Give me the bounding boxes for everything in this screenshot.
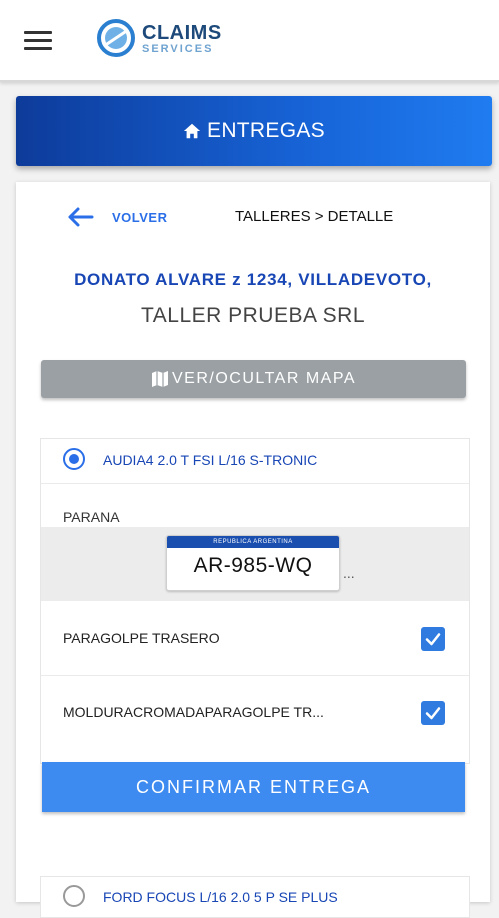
plate-number: AR-985-WQ [193, 554, 313, 577]
plate-more-indicator: ... [343, 565, 355, 581]
workshop-name: TALLER PRUEBA SRL [140, 304, 366, 327]
logo-subtext: SERVICES [142, 43, 214, 55]
back-button[interactable]: VOLVER [66, 204, 168, 230]
vehicle-card[interactable]: FORD FOCUS L/16 2.0 5 P SE PLUS [40, 876, 470, 918]
breadcrumb: TALLERES > DETALLE [235, 208, 394, 225]
vehicle-city: PARANA [63, 509, 120, 525]
vehicle-name: AUDIA4 2.0 T FSI L/16 S-TRONIC [103, 452, 318, 468]
claims-services-logo: CLAIMS SERVICES [96, 18, 236, 60]
workshop-address: DONATO ALVARE z 1234, VILLADEVOTO, [74, 270, 432, 289]
part-row: MOLDURACROMADAPARAGOLPE TR... [41, 676, 469, 749]
section-title: ENTREGAS [207, 119, 325, 142]
confirm-delivery-label: CONFIRMAR ENTREGA [135, 776, 371, 797]
radio-selected[interactable] [63, 448, 85, 470]
back-label: VOLVER [112, 209, 168, 225]
menu-icon[interactable] [24, 31, 52, 51]
checkmark-icon [425, 633, 441, 646]
license-plate: REPUBLICA ARGENTINA AR-985-WQ [166, 535, 340, 591]
part-row: PARAGOLPE TRASERO [41, 602, 469, 676]
toggle-map-button[interactable]: VER/OCULTAR MAPA [41, 360, 466, 398]
logo-text: CLAIMS [142, 22, 222, 44]
checkmark-icon [425, 707, 441, 720]
part-checkbox[interactable] [421, 701, 445, 725]
part-checkbox[interactable] [421, 627, 445, 651]
confirm-delivery-button[interactable]: CONFIRMAR ENTREGA [42, 762, 465, 812]
app-bar: CLAIMS SERVICES [0, 0, 499, 82]
part-label: MOLDURACROMADAPARAGOLPE TR... [63, 704, 324, 720]
vehicle-select-row[interactable]: AUDIA4 2.0 T FSI L/16 S-TRONIC [41, 439, 469, 484]
vehicle-name: FORD FOCUS L/16 2.0 5 P SE PLUS [103, 889, 338, 905]
detail-card: VOLVER TALLERES > DETALLE DONATO ALVARE … [16, 182, 490, 918]
section-banner: ENTREGAS [16, 96, 492, 166]
part-label: PARAGOLPE TRASERO [63, 630, 220, 646]
logo-emblem-icon [97, 19, 135, 57]
plate-band: REPUBLICA ARGENTINA AR-985-WQ ... [41, 527, 469, 601]
toggle-map-label: VER/OCULTAR MAPA [171, 370, 357, 387]
arrow-left-icon [68, 207, 94, 227]
vehicle-card: AUDIA4 2.0 T FSI L/16 S-TRONIC PARANA RE… [40, 438, 470, 764]
radio-unselected[interactable] [63, 885, 85, 907]
home-icon [183, 123, 201, 139]
map-icon [151, 371, 168, 387]
plate-header: REPUBLICA ARGENTINA [167, 536, 339, 548]
